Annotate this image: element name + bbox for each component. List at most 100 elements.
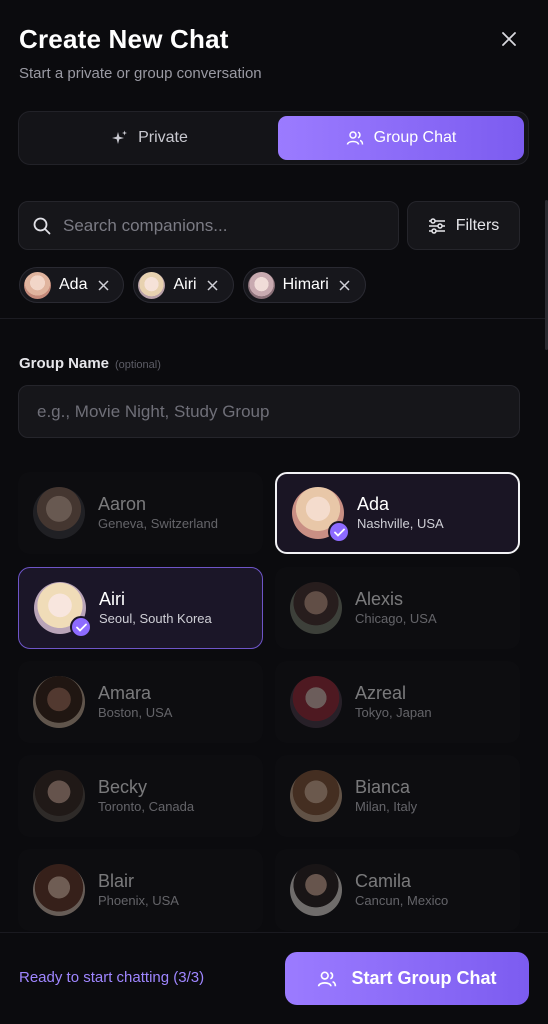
companion-card-camila[interactable]: Camila Cancun, Mexico [275,849,520,931]
avatar [247,271,275,299]
companion-info: Bianca Milan, Italy [355,776,417,816]
companion-name: Ada [357,494,390,514]
avatar [33,676,85,728]
companion-location: Phoenix, USA [98,893,179,908]
page-title: Create New Chat [19,24,229,54]
avatar-wrap [290,864,342,916]
companion-card-becky[interactable]: Becky Toronto, Canada [18,755,263,837]
close-icon [339,279,350,291]
companion-info: Azreal Tokyo, Japan [355,682,432,722]
companion-info: Aaron Geneva, Switzerland [98,493,218,533]
avatar [33,487,85,539]
avatar-wrap [292,487,350,543]
avatar [33,864,85,916]
companion-name: Alexis [355,589,404,609]
companion-card-amara[interactable]: Amara Boston, USA [18,661,263,743]
avatar-wrap [290,582,342,634]
group-name-label-text: Group Name [19,355,110,372]
remove-chip-button[interactable] [95,277,111,293]
companion-card-aaron[interactable]: Aaron Geneva, Switzerland [18,472,263,554]
chip-label: Airi [173,276,197,293]
companion-name: Azreal [355,683,407,703]
chat-type-tabs: Private Group Chat [18,111,529,165]
chip-ada: Ada [19,267,125,303]
sliders-icon [428,217,445,234]
chip-label: Ada [59,276,88,293]
group-name-input[interactable] [18,385,520,438]
ready-status: Ready to start chatting (3/3) [19,969,205,986]
page-subtitle: Start a private or group conversation [19,65,262,82]
companion-location: Tokyo, Japan [355,705,432,720]
companion-location: Nashville, USA [357,516,444,531]
chip-airi: Airi [133,267,234,303]
filters-button[interactable]: Filters [407,201,520,250]
selected-check-badge [328,521,350,543]
companion-name: Blair [98,871,135,891]
companion-card-alexis[interactable]: Alexis Chicago, USA [275,567,520,649]
companion-location: Milan, Italy [355,799,418,814]
companion-location: Cancun, Mexico [355,893,449,908]
avatar-wrap [33,864,85,916]
companion-card-ada[interactable]: Ada Nashville, USA [275,472,520,554]
companion-name: Bianca [355,777,411,797]
tab-private[interactable]: Private [23,116,277,160]
avatar-wrap [33,676,85,728]
companion-info: Blair Phoenix, USA [98,870,179,910]
avatar [24,271,51,299]
companion-location: Boston, USA [98,705,173,720]
companion-card-airi[interactable]: Airi Seoul, South Korea [18,567,263,649]
companion-card-azreal[interactable]: Azreal Tokyo, Japan [275,661,520,743]
remove-chip-button[interactable] [337,277,353,293]
footer-bar: Ready to start chatting (3/3) Start Grou… [0,932,548,1024]
close-button[interactable] [496,26,522,52]
selected-chips: Ada Airi Himari [19,267,366,303]
companion-name: Amara [98,683,152,703]
start-group-chat-label: Start Group Chat [351,968,497,988]
search-icon [33,217,51,234]
avatar [138,271,166,299]
avatar [290,864,342,916]
optional-hint: (optional) [115,359,161,371]
companion-info: Becky Toronto, Canada [98,776,194,816]
users-icon [346,131,363,145]
companion-info: Camila Cancun, Mexico [355,870,448,910]
companion-info: Ada Nashville, USA [357,493,444,533]
sparkles-icon [112,130,128,144]
avatar [33,770,85,822]
avatar-wrap [290,770,342,822]
avatar [290,582,342,634]
companion-name: Camila [355,871,412,891]
chip-label: Himari [282,276,329,293]
close-icon [502,32,516,46]
avatar-wrap [290,676,342,728]
check-icon [333,528,345,537]
companion-name: Becky [98,777,148,797]
search-box [18,201,399,250]
chip-himari: Himari [242,267,366,303]
search-input[interactable] [63,215,383,236]
companion-location: Chicago, USA [355,611,437,626]
tab-group-chat[interactable]: Group Chat [278,116,524,160]
close-icon [207,279,218,291]
selected-check-badge [70,616,92,638]
divider [0,318,548,319]
companion-grid: Aaron Geneva, Switzerland Ada Nashville,… [18,472,521,932]
companion-info: Alexis Chicago, USA [355,588,437,628]
companion-card-bianca[interactable]: Bianca Milan, Italy [275,755,520,837]
companion-card-blair[interactable]: Blair Phoenix, USA [18,849,263,931]
tab-private-label: Private [138,129,188,146]
companion-name: Aaron [98,494,147,514]
check-icon [75,623,87,632]
companion-info: Airi Seoul, South Korea [99,588,212,628]
users-icon [318,971,337,986]
start-group-chat-button[interactable]: Start Group Chat [285,952,529,1005]
companion-location: Toronto, Canada [98,799,195,814]
close-icon [98,279,109,291]
group-name-label: Group Name (optional) [19,355,161,372]
companion-location: Geneva, Switzerland [98,516,218,531]
companion-info: Amara Boston, USA [98,682,172,722]
remove-chip-button[interactable] [205,277,221,293]
companion-location: Seoul, South Korea [99,611,212,626]
avatar [290,676,342,728]
avatar-wrap [34,582,92,638]
